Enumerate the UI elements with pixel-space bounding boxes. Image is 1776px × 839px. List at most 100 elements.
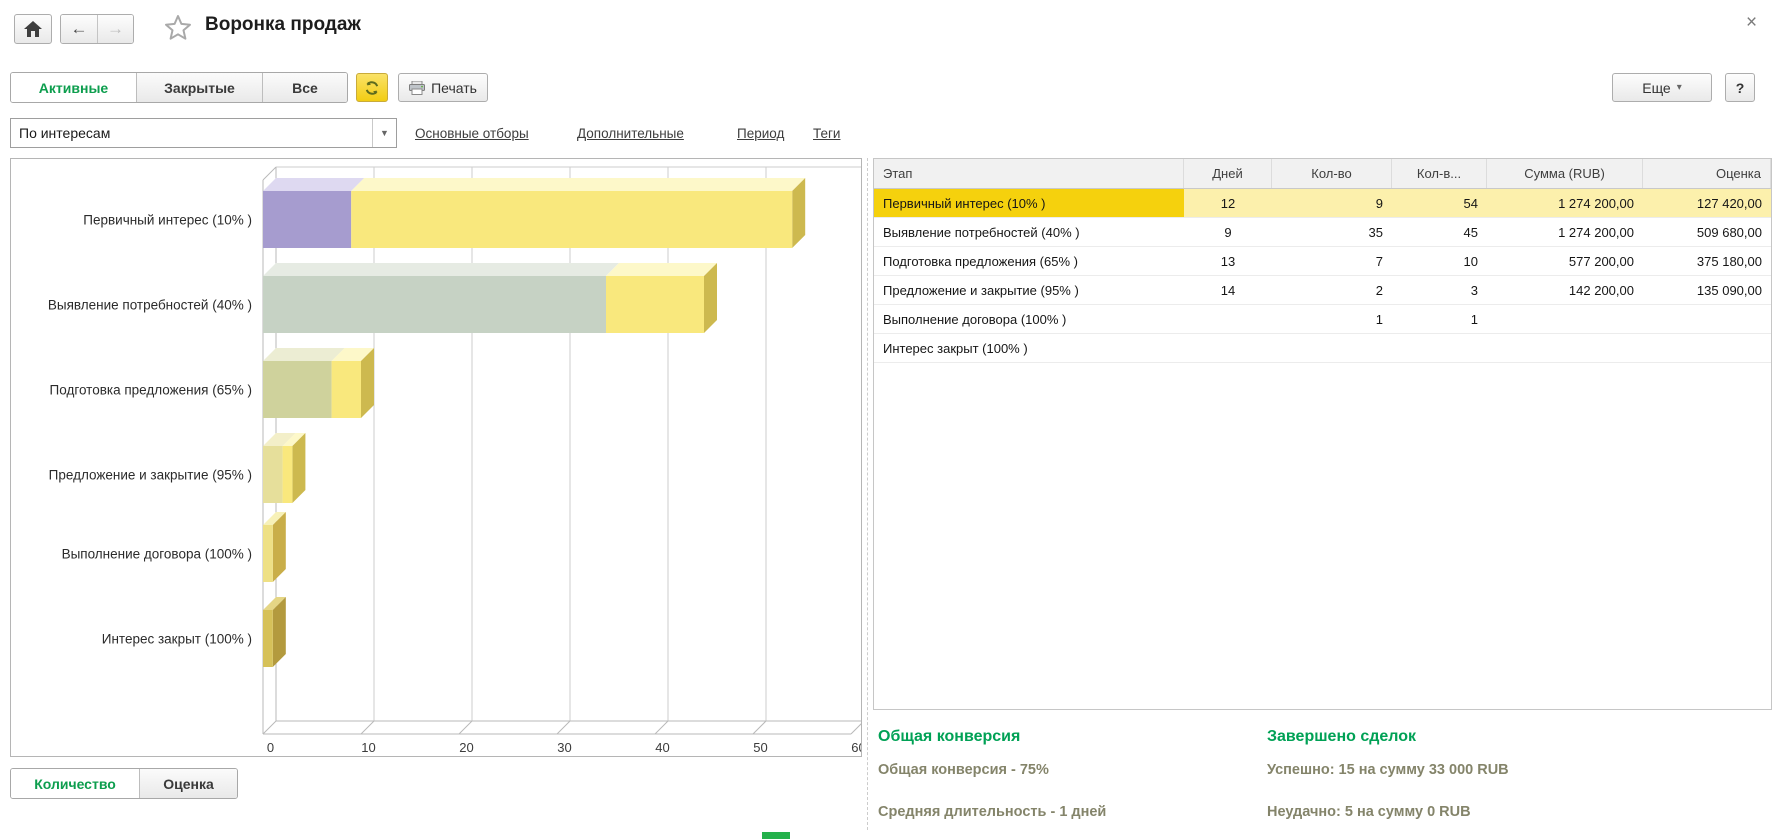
table-row[interactable]: Выполнение договора (100% ) 11 [874, 305, 1771, 334]
page-title: Воронка продаж [205, 14, 361, 36]
table-cell[interactable]: 1 [1272, 305, 1392, 333]
x-axis-tick-label: 0 [267, 740, 274, 755]
table-row[interactable]: Первичный интерес (10% )129541 274 200,0… [874, 189, 1771, 218]
table-row[interactable]: Интерес закрыт (100% ) [874, 334, 1771, 363]
forward-button[interactable]: → [97, 15, 133, 43]
history-nav: ← → [60, 14, 134, 44]
table-cell[interactable]: Первичный интерес (10% ) [874, 189, 1184, 217]
link-tags[interactable]: Теги [813, 126, 840, 141]
funnel-bar-segment[interactable] [263, 446, 283, 503]
link-additional[interactable]: Дополнительные [577, 126, 684, 141]
close-icon[interactable]: × [1746, 12, 1757, 34]
grouping-combobox[interactable]: По интересам ▼ [10, 118, 397, 148]
table-cell[interactable]: 14 [1184, 276, 1272, 304]
funnel-bar-segment[interactable] [263, 361, 332, 418]
table-cell[interactable]: 2 [1272, 276, 1392, 304]
x-axis-tick-label: 30 [557, 740, 571, 755]
table-cell[interactable]: 1 274 200,00 [1487, 189, 1643, 217]
summary-conversion-title: Общая конверсия [878, 728, 1020, 746]
help-button-label: ? [1736, 80, 1745, 96]
print-button[interactable]: Печать [398, 73, 488, 102]
combobox-dropdown-icon[interactable]: ▼ [372, 119, 396, 147]
column-header[interactable]: Кол-в... [1392, 159, 1487, 188]
panel-splitter[interactable] [867, 158, 868, 830]
more-button[interactable]: Еще ▾ [1612, 73, 1712, 102]
table-cell[interactable] [1643, 334, 1771, 362]
table-cell[interactable]: 35 [1272, 218, 1392, 246]
forward-arrow-icon: → [107, 19, 124, 39]
table-cell[interactable]: Выполнение договора (100% ) [874, 305, 1184, 333]
tab-quantity[interactable]: Количество [11, 769, 139, 798]
refresh-icon [364, 80, 380, 96]
table-cell[interactable]: 45 [1392, 218, 1487, 246]
chart-view-tabs: Количество Оценка [10, 768, 238, 799]
table-row[interactable]: Выявление потребностей (40% )935451 274 … [874, 218, 1771, 247]
column-header[interactable]: Сумма (RUB) [1487, 159, 1643, 188]
table-cell[interactable]: 13 [1184, 247, 1272, 275]
summary-failed-line: Неудачно: 5 на сумму 0 RUB [1267, 804, 1471, 820]
table-cell[interactable]: 577 200,00 [1487, 247, 1643, 275]
funnel-bar-segment[interactable] [332, 361, 361, 418]
table-cell[interactable]: 12 [1184, 189, 1272, 217]
help-button[interactable]: ? [1725, 73, 1755, 102]
summary-conversion-line: Общая конверсия - 75% [878, 762, 1049, 778]
table-cell[interactable]: Подготовка предложения (65% ) [874, 247, 1184, 275]
table-cell[interactable] [1184, 334, 1272, 362]
funnel-bar-segment[interactable] [263, 276, 606, 333]
column-header[interactable]: Оценка [1643, 159, 1771, 188]
table-cell[interactable]: 375 180,00 [1643, 247, 1771, 275]
table-row[interactable]: Предложение и закрытие (95% )1423142 200… [874, 276, 1771, 305]
axis-tick [851, 721, 861, 734]
tab-all[interactable]: Все [262, 73, 347, 102]
column-header[interactable]: Дней [1184, 159, 1272, 188]
table-row[interactable]: Подготовка предложения (65% )13710577 20… [874, 247, 1771, 276]
column-header[interactable]: Кол-во [1272, 159, 1392, 188]
axis-tick [459, 721, 472, 734]
funnel-bar-segment[interactable] [606, 276, 704, 333]
funnel-category-label: Первичный интерес (10% ) [83, 213, 252, 228]
table-cell[interactable]: 1 274 200,00 [1487, 218, 1643, 246]
table-cell[interactable] [1643, 305, 1771, 333]
column-header[interactable]: Этап [874, 159, 1184, 188]
funnel-bar-segment[interactable] [263, 610, 273, 667]
table-cell[interactable]: 1 [1392, 305, 1487, 333]
table-cell[interactable]: 127 420,00 [1643, 189, 1771, 217]
funnel-bar-segment[interactable] [283, 446, 293, 503]
funnel-bar-top-face [606, 263, 717, 276]
link-period[interactable]: Период [737, 126, 784, 141]
table-cell[interactable]: 509 680,00 [1643, 218, 1771, 246]
home-button[interactable] [14, 14, 52, 44]
table-cell[interactable]: 9 [1184, 218, 1272, 246]
table-cell[interactable]: 142 200,00 [1487, 276, 1643, 304]
table-cell[interactable]: Выявление потребностей (40% ) [874, 218, 1184, 246]
funnel-bar-segment[interactable] [263, 525, 273, 582]
table-cell[interactable] [1272, 334, 1392, 362]
funnel-bar-segment[interactable] [263, 191, 351, 248]
tab-active[interactable]: Активные [11, 73, 136, 102]
favorite-star-button[interactable] [163, 13, 193, 43]
table-cell[interactable] [1392, 334, 1487, 362]
axis-tick [655, 721, 668, 734]
table-cell[interactable]: 135 090,00 [1643, 276, 1771, 304]
x-axis-tick-label: 50 [753, 740, 767, 755]
back-button[interactable]: ← [61, 15, 97, 43]
refresh-button[interactable] [356, 73, 388, 102]
table-cell[interactable] [1487, 305, 1643, 333]
table-cell[interactable]: Интерес закрыт (100% ) [874, 334, 1184, 362]
table-cell[interactable]: 54 [1392, 189, 1487, 217]
tab-closed[interactable]: Закрытые [136, 73, 262, 102]
table-cell[interactable] [1184, 305, 1272, 333]
funnel-bar-segment[interactable] [351, 191, 792, 248]
table-cell[interactable]: 3 [1392, 276, 1487, 304]
table-cell[interactable]: Предложение и закрытие (95% ) [874, 276, 1184, 304]
table-cell[interactable]: 10 [1392, 247, 1487, 275]
table-cell[interactable]: 9 [1272, 189, 1392, 217]
table-cell[interactable]: 7 [1272, 247, 1392, 275]
back-arrow-icon: ← [71, 19, 88, 39]
x-axis-tick-label: 40 [655, 740, 669, 755]
table-cell[interactable] [1487, 334, 1643, 362]
x-axis-tick-label: 60 [851, 740, 861, 755]
funnel-category-label: Интерес закрыт (100% ) [102, 632, 252, 647]
link-main-filters[interactable]: Основные отборы [415, 126, 529, 141]
tab-estimate[interactable]: Оценка [139, 769, 237, 798]
